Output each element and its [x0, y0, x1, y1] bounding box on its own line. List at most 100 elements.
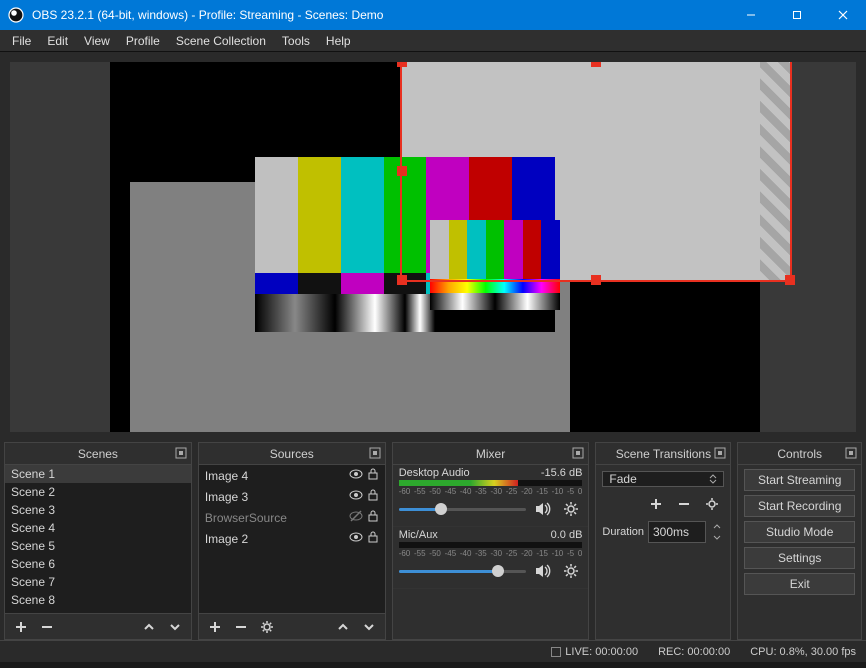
- visibility-toggle-icon[interactable]: [349, 509, 363, 526]
- menu-bar: File Edit View Profile Scene Collection …: [0, 30, 866, 52]
- status-cpu: CPU: 0.8%, 30.00 fps: [750, 646, 856, 658]
- sources-toolbar: [199, 613, 385, 639]
- preview-area: [0, 52, 866, 438]
- remove-source-button[interactable]: [229, 616, 253, 638]
- channel-settings-button[interactable]: [560, 560, 582, 582]
- transition-current: Fade: [609, 472, 636, 486]
- mixer-panel-title: Mixer: [476, 447, 505, 461]
- scene-item[interactable]: Scene 5: [5, 537, 191, 555]
- scenes-toolbar: [5, 613, 191, 639]
- sources-list[interactable]: Image 4 Image 3 BrowserSource Image 2: [199, 465, 385, 613]
- scene-item[interactable]: Scene 6: [5, 555, 191, 573]
- move-scene-down-button[interactable]: [163, 616, 187, 638]
- add-source-button[interactable]: [203, 616, 227, 638]
- duration-value: 300ms: [653, 525, 689, 539]
- menu-scene-collection[interactable]: Scene Collection: [168, 32, 274, 50]
- scene-item[interactable]: Scene 7: [5, 573, 191, 591]
- duration-label: Duration: [602, 526, 644, 538]
- undock-icon[interactable]: [368, 446, 382, 460]
- move-source-down-button[interactable]: [357, 616, 381, 638]
- add-scene-button[interactable]: [9, 616, 33, 638]
- lock-toggle-icon[interactable]: [367, 489, 379, 504]
- channel-name: Mic/Aux: [399, 529, 438, 541]
- visibility-toggle-icon[interactable]: [349, 488, 363, 505]
- app-icon: [8, 7, 24, 23]
- scene-item[interactable]: Scene 2: [5, 483, 191, 501]
- menu-edit[interactable]: Edit: [39, 32, 76, 50]
- source-item[interactable]: Image 2: [199, 528, 385, 549]
- menu-view[interactable]: View: [76, 32, 118, 50]
- lock-toggle-icon[interactable]: [367, 510, 379, 525]
- preview-selection-outline[interactable]: [400, 62, 792, 282]
- transition-properties-button[interactable]: [700, 493, 724, 515]
- mixer-body: Desktop Audio-15.6 dB -60-55-50-45-40-35…: [393, 465, 589, 639]
- channel-settings-button[interactable]: [560, 498, 582, 520]
- menu-tools[interactable]: Tools: [274, 32, 318, 50]
- channel-name: Desktop Audio: [399, 467, 470, 479]
- settings-button[interactable]: Settings: [744, 547, 855, 569]
- undock-icon[interactable]: [844, 446, 858, 460]
- scenes-panel: Scenes Scene 1Scene 2Scene 3Scene 4Scene…: [4, 442, 192, 640]
- mixer-channel: Mic/Aux0.0 dB -60-55-50-45-40-35-30-25-2…: [393, 527, 589, 589]
- menu-file[interactable]: File: [4, 32, 39, 50]
- visibility-toggle-icon[interactable]: [349, 530, 363, 547]
- sources-panel-title: Sources: [270, 447, 314, 461]
- start-recording-button[interactable]: Start Recording: [744, 495, 855, 517]
- source-item[interactable]: Image 4: [199, 465, 385, 486]
- title-bar: OBS 23.2.1 (64-bit, windows) - Profile: …: [0, 0, 866, 30]
- dock-panels: Scenes Scene 1Scene 2Scene 3Scene 4Scene…: [0, 438, 866, 640]
- sources-panel: Sources Image 4 Image 3 BrowserSource Im…: [198, 442, 386, 640]
- mixer-channel: Desktop Audio-15.6 dB -60-55-50-45-40-35…: [393, 465, 589, 527]
- undock-icon[interactable]: [174, 446, 188, 460]
- studio-mode-button[interactable]: Studio Mode: [744, 521, 855, 543]
- transitions-panel-title: Scene Transitions: [616, 447, 711, 461]
- chevron-updown-icon: [707, 474, 719, 484]
- mute-button[interactable]: [532, 560, 554, 582]
- transitions-panel: Scene Transitions Fade Duration 300ms: [595, 442, 731, 640]
- volume-slider[interactable]: [399, 500, 527, 518]
- start-streaming-button[interactable]: Start Streaming: [744, 469, 855, 491]
- add-transition-button[interactable]: [644, 493, 668, 515]
- exit-button[interactable]: Exit: [744, 573, 855, 595]
- scene-item[interactable]: Scene 3: [5, 501, 191, 519]
- window-close-button[interactable]: [820, 0, 866, 30]
- lock-toggle-icon[interactable]: [367, 531, 379, 546]
- duration-input[interactable]: 300ms: [648, 521, 706, 543]
- status-rec: REC: 00:00:00: [658, 646, 730, 658]
- duration-step-up[interactable]: [710, 521, 724, 532]
- status-bar: LIVE: 00:00:00 REC: 00:00:00 CPU: 0.8%, …: [0, 640, 866, 662]
- source-properties-button[interactable]: [255, 616, 279, 638]
- scene-item[interactable]: Scene 1: [5, 465, 191, 483]
- transition-select[interactable]: Fade: [602, 471, 724, 487]
- channel-db: 0.0 dB: [551, 529, 583, 541]
- scene-item[interactable]: Scene 4: [5, 519, 191, 537]
- remove-transition-button[interactable]: [672, 493, 696, 515]
- source-item[interactable]: BrowserSource: [199, 507, 385, 528]
- level-meter: [399, 542, 583, 548]
- controls-panel-title: Controls: [777, 447, 822, 461]
- source-item[interactable]: Image 3: [199, 486, 385, 507]
- window-title: OBS 23.2.1 (64-bit, windows) - Profile: …: [32, 8, 728, 22]
- undock-icon[interactable]: [713, 446, 727, 460]
- window-maximize-button[interactable]: [774, 0, 820, 30]
- scenes-panel-title: Scenes: [78, 447, 118, 461]
- lock-toggle-icon[interactable]: [367, 468, 379, 483]
- status-live: LIVE: 00:00:00: [551, 646, 638, 658]
- scenes-list[interactable]: Scene 1Scene 2Scene 3Scene 4Scene 5Scene…: [5, 465, 191, 613]
- controls-panel: Controls Start Streaming Start Recording…: [737, 442, 862, 640]
- mute-button[interactable]: [532, 498, 554, 520]
- preview-canvas[interactable]: [10, 62, 856, 432]
- visibility-toggle-icon[interactable]: [349, 467, 363, 484]
- scenes-panel-header: Scenes: [5, 443, 191, 465]
- volume-slider[interactable]: [399, 562, 527, 580]
- mixer-panel: Mixer Desktop Audio-15.6 dB -60-55-50-45…: [392, 442, 590, 640]
- move-scene-up-button[interactable]: [137, 616, 161, 638]
- menu-help[interactable]: Help: [318, 32, 359, 50]
- undock-icon[interactable]: [571, 446, 585, 460]
- remove-scene-button[interactable]: [35, 616, 59, 638]
- move-source-up-button[interactable]: [331, 616, 355, 638]
- menu-profile[interactable]: Profile: [118, 32, 168, 50]
- duration-step-down[interactable]: [710, 532, 724, 543]
- scene-item[interactable]: Scene 8: [5, 591, 191, 609]
- window-minimize-button[interactable]: [728, 0, 774, 30]
